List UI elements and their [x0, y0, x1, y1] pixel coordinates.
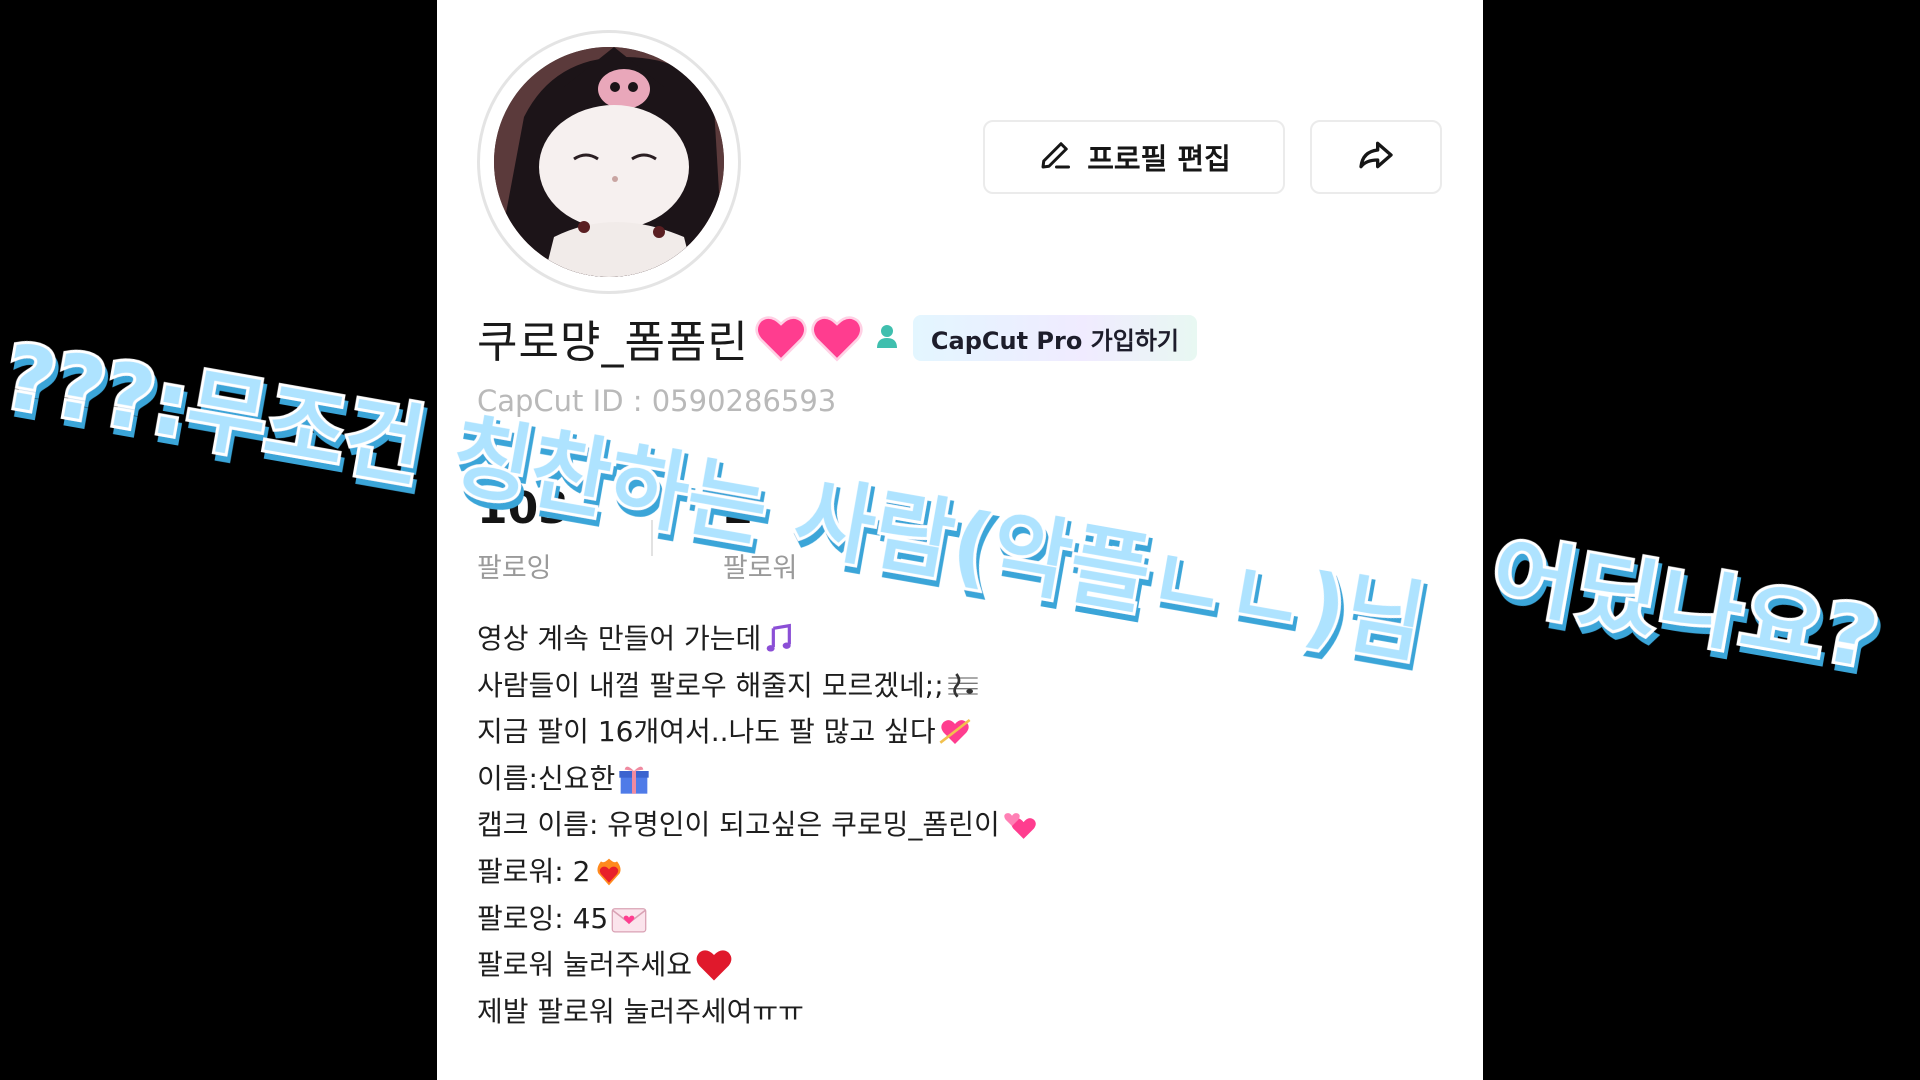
music-notes-icon [766, 624, 792, 652]
avatar-image [494, 47, 724, 277]
capcut-id: CapCut ID : 0590286593 [477, 384, 837, 418]
bio-line: 사람들이 내껄 팔로우 해줄지 모르겠네;; [477, 663, 1437, 710]
following-count: 103 [477, 483, 569, 534]
profile-stats: 103 팔로잉 2 팔로워 [477, 484, 797, 585]
bio-line: 이름:신요한 [477, 756, 1437, 803]
two-hearts-icon [1004, 812, 1036, 839]
pink-heart-icon [811, 316, 863, 362]
bio-line: 팔로잉: 45 [477, 896, 1437, 943]
followers-stat[interactable]: 2 팔로워 [723, 484, 798, 585]
username: 쿠로먕_폼폼린 [477, 317, 749, 368]
gift-icon [619, 766, 649, 794]
music-score-icon [947, 673, 978, 698]
video-frame: 프로필 편집 쿠로먕_폼폼린 CapCut Pro 가입하기 CapCut ID… [0, 0, 1920, 1080]
profile-name-row: 쿠로먕_폼폼린 CapCut Pro 가입하기 [477, 306, 1197, 370]
edit-profile-label: 프로필 편집 [1087, 142, 1231, 176]
heart-emojis [755, 314, 863, 362]
share-icon [1356, 135, 1396, 179]
following-stat[interactable]: 103 팔로잉 [477, 484, 569, 585]
profile-avatar[interactable] [477, 30, 741, 294]
bio-line: 지금 팔이 16개여서..나도 팔 많고 싶다 [477, 709, 1437, 756]
following-label: 팔로잉 [477, 553, 552, 584]
bio-line: 팔로워: 2 [477, 849, 1437, 896]
profile-page: 프로필 편집 쿠로먕_폼폼린 CapCut Pro 가입하기 CapCut ID… [437, 0, 1483, 1080]
stat-divider [650, 520, 653, 556]
pencil-icon [1037, 137, 1073, 177]
bio-line: 제발 팔로워 눌러주세여ㅠㅠ [477, 994, 804, 1028]
pink-heart-icon [755, 316, 807, 362]
profile-bio: 영상 계속 만들어 가는데 사람들이 내껄 팔로우 해줄지 모르겠네;; 지금 … [477, 616, 1437, 1035]
caption-text-part2: 어딨나요? [1485, 526, 1886, 687]
followers-label: 팔로워 [722, 553, 798, 584]
bio-line: 캡크 이름: 유명인이 되고싶은 쿠로밍_폼린이 [477, 802, 1437, 849]
love-letter-icon [611, 907, 647, 933]
followers-count: 2 [722, 483, 754, 534]
share-button[interactable] [1310, 120, 1442, 194]
bio-line: 팔로워 눌러주세요 [477, 942, 1437, 989]
bio-line: 영상 계속 만들어 가는데 [477, 616, 1437, 663]
heart-on-fire-icon [597, 858, 621, 886]
heart-arrow-icon [939, 719, 971, 745]
edit-profile-button[interactable]: 프로필 편집 [983, 120, 1285, 194]
red-heart-icon [696, 950, 732, 981]
member-icon [875, 323, 899, 353]
capcut-pro-badge[interactable]: CapCut Pro 가입하기 [912, 315, 1197, 361]
